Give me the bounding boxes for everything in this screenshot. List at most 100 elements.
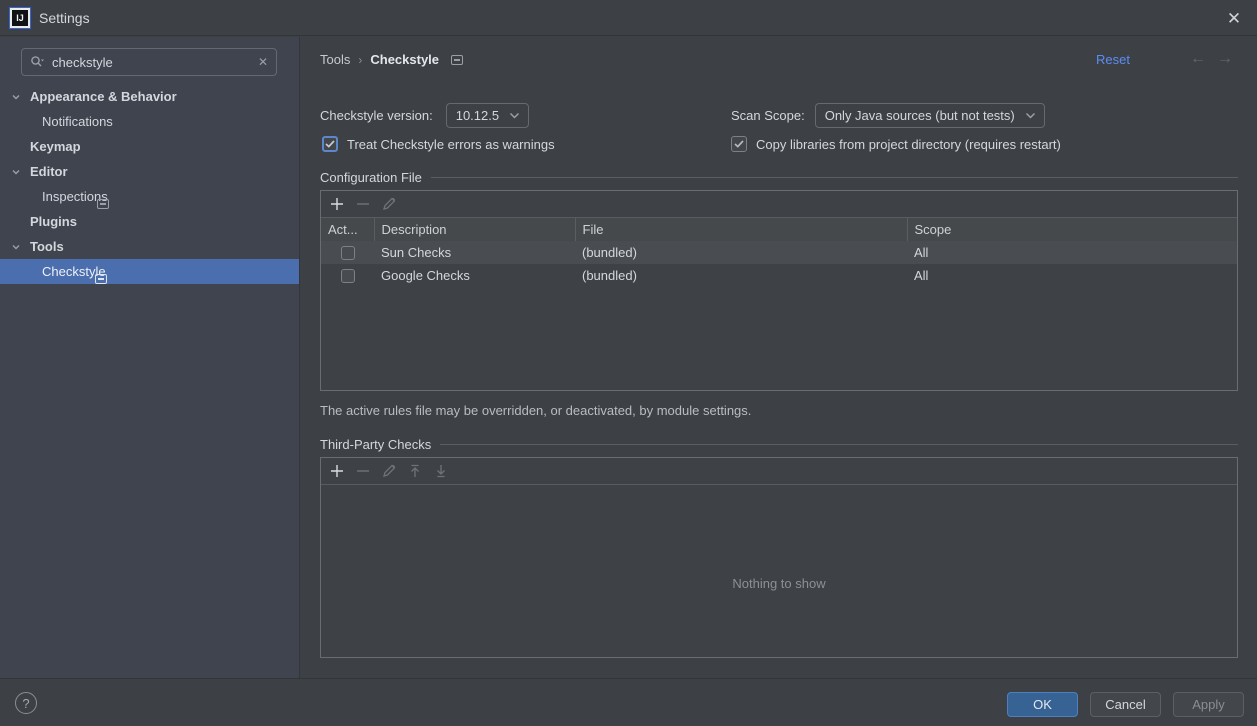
treat-errors-checkbox[interactable] (322, 136, 338, 152)
cell-file: (bundled) (575, 264, 907, 287)
checkstyle-settings-panel: Tools › Checkstyle Reset ← → Checkstyle … (301, 37, 1257, 678)
divider (431, 177, 1238, 178)
help-icon[interactable]: ? (15, 692, 37, 714)
dialog-footer: ? OK Cancel Apply (0, 678, 1257, 726)
move-up-icon[interactable] (407, 463, 423, 479)
chevron-down-icon (509, 112, 520, 119)
sidebar-item-tools[interactable]: Tools (0, 234, 299, 259)
clear-search-icon[interactable]: ✕ (258, 55, 268, 69)
scan-scope-row: Scan Scope: Only Java sources (but not t… (731, 103, 1045, 128)
sidebar-item-label: Keymap (30, 139, 81, 154)
treat-errors-label: Treat Checkstyle errors as warnings (347, 137, 555, 152)
sidebar-item-label: Notifications (42, 114, 113, 129)
scan-scope-dropdown[interactable]: Only Java sources (but not tests) (815, 103, 1045, 128)
search-input[interactable] (52, 55, 258, 70)
footer-buttons: OK Cancel Apply (1007, 692, 1244, 717)
ok-button[interactable]: OK (1007, 692, 1078, 717)
checkmark-icon (734, 140, 744, 148)
cell-description: Sun Checks (374, 241, 575, 264)
cell-scope: All (907, 241, 1237, 264)
sidebar-item-plugins[interactable]: Plugins (0, 209, 299, 234)
configuration-toolbar (321, 191, 1237, 218)
version-row: Checkstyle version: 10.12.5 (320, 103, 529, 128)
chevron-down-icon (11, 167, 21, 177)
settings-tree: Appearance & Behavior Notifications Keym… (0, 84, 299, 284)
title-bar: IJ Settings ✕ (0, 0, 1257, 36)
remove-icon[interactable] (355, 196, 371, 212)
third-party-section-header: Third-Party Checks (320, 437, 1238, 452)
scan-scope-value: Only Java sources (but not tests) (825, 108, 1015, 123)
empty-list-message: Nothing to show (321, 576, 1237, 591)
version-dropdown[interactable]: 10.12.5 (446, 103, 529, 128)
settings-dialog: IJ Settings ✕ ✕ Appearance & Behavior No… (0, 0, 1257, 726)
sidebar-item-label: Tools (30, 239, 64, 254)
version-value: 10.12.5 (456, 108, 499, 123)
sidebar-item-checkstyle[interactable]: Checkstyle (0, 259, 299, 284)
cell-scope: All (907, 264, 1237, 287)
move-down-icon[interactable] (433, 463, 449, 479)
intellij-logo-icon: IJ (10, 8, 30, 28)
chevron-down-icon (11, 242, 21, 252)
settings-badge-icon (97, 199, 109, 209)
treat-errors-row: Treat Checkstyle errors as warnings (322, 136, 555, 152)
settings-search-field[interactable]: ✕ (21, 48, 277, 76)
column-active[interactable]: Act... (321, 218, 374, 241)
sidebar-item-keymap[interactable]: Keymap (0, 134, 299, 159)
table-row[interactable]: Google Checks (bundled) All (321, 264, 1237, 287)
breadcrumb-separator: › (358, 53, 362, 67)
chevron-down-icon (11, 92, 21, 102)
column-description[interactable]: Description (374, 218, 575, 241)
scan-scope-label: Scan Scope: (731, 108, 805, 123)
chevron-down-icon (1025, 112, 1036, 119)
cell-description: Google Checks (374, 264, 575, 287)
table-header-row: Act... Description File Scope (321, 218, 1237, 241)
edit-icon[interactable] (381, 463, 397, 479)
checkmark-icon (325, 140, 335, 148)
active-checkbox[interactable] (341, 269, 355, 283)
version-label: Checkstyle version: (320, 108, 433, 123)
copy-libraries-row: Copy libraries from project directory (r… (731, 136, 1061, 152)
sidebar-item-notifications[interactable]: Notifications (0, 109, 299, 134)
active-checkbox[interactable] (341, 246, 355, 260)
settings-badge-icon (451, 55, 463, 65)
configuration-table: Act... Description File Scope Sun Checks… (321, 218, 1237, 287)
module-override-note: The active rules file may be overridden,… (320, 403, 751, 418)
third-party-title: Third-Party Checks (320, 437, 431, 452)
cancel-button[interactable]: Cancel (1090, 692, 1161, 717)
edit-icon[interactable] (381, 196, 397, 212)
apply-button[interactable]: Apply (1173, 692, 1244, 717)
cell-file: (bundled) (575, 241, 907, 264)
copy-libraries-checkbox[interactable] (731, 136, 747, 152)
settings-badge-icon (95, 274, 107, 284)
breadcrumb-checkstyle: Checkstyle (370, 52, 439, 67)
breadcrumb-tools[interactable]: Tools (320, 52, 350, 67)
settings-sidebar: ✕ Appearance & Behavior Notifications Ke… (0, 37, 300, 678)
table-row[interactable]: Sun Checks (bundled) All (321, 241, 1237, 264)
third-party-panel: Nothing to show (320, 457, 1238, 658)
configuration-file-panel: Act... Description File Scope Sun Checks… (320, 190, 1238, 391)
reset-link[interactable]: Reset (1096, 52, 1130, 67)
sidebar-item-label: Appearance & Behavior (30, 89, 177, 104)
breadcrumb: Tools › Checkstyle (320, 52, 463, 67)
forward-arrow-icon[interactable]: → (1217, 50, 1233, 68)
divider (440, 444, 1238, 445)
history-nav: ← → (1190, 50, 1233, 68)
copy-libraries-label: Copy libraries from project directory (r… (756, 137, 1061, 152)
remove-icon[interactable] (355, 463, 371, 479)
sidebar-item-appearance-behavior[interactable]: Appearance & Behavior (0, 84, 299, 109)
configuration-file-title: Configuration File (320, 170, 422, 185)
sidebar-item-label: Plugins (30, 214, 77, 229)
sidebar-item-inspections[interactable]: Inspections (0, 184, 299, 209)
add-icon[interactable] (329, 196, 345, 212)
add-icon[interactable] (329, 463, 345, 479)
third-party-toolbar (321, 458, 1237, 485)
sidebar-item-label: Editor (30, 164, 68, 179)
window-title: Settings (39, 10, 90, 26)
column-file[interactable]: File (575, 218, 907, 241)
close-icon[interactable]: ✕ (1223, 8, 1245, 30)
sidebar-item-editor[interactable]: Editor (0, 159, 299, 184)
back-arrow-icon[interactable]: ← (1190, 50, 1206, 68)
configuration-file-section-header: Configuration File (320, 170, 1238, 185)
column-scope[interactable]: Scope (907, 218, 1237, 241)
search-icon (30, 55, 45, 69)
